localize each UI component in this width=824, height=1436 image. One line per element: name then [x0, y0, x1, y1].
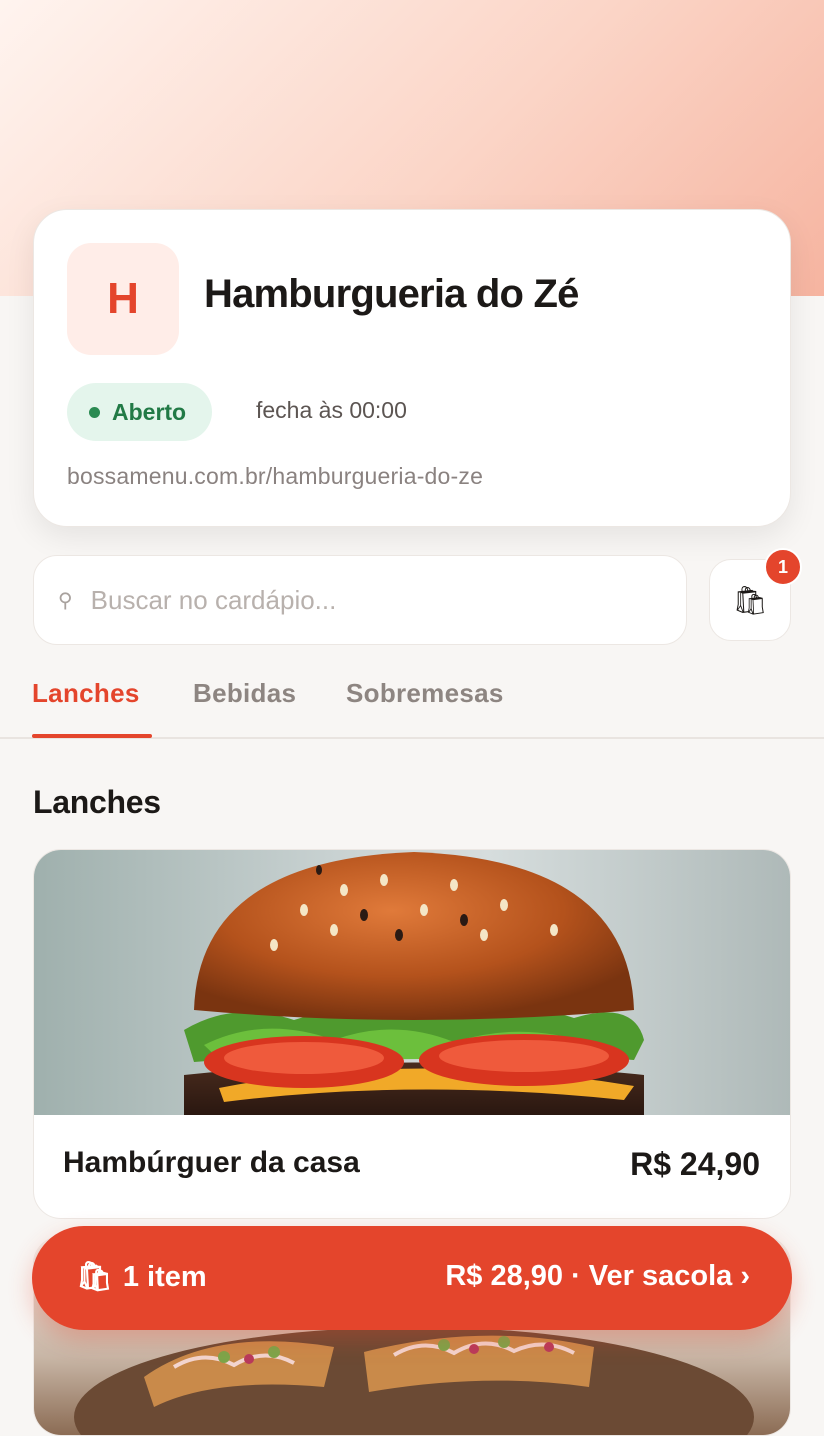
- product-price: R$ 24,90: [630, 1146, 760, 1182]
- search-input[interactable]: [88, 583, 613, 617]
- cart-count: 🛍 1 item: [76, 1260, 207, 1294]
- tab-sobremesas[interactable]: Sobremesas: [346, 678, 504, 709]
- store-card: H Hamburgueria do Zé Aberto fecha às 00:…: [33, 209, 791, 527]
- tab-bebidas[interactable]: Bebidas: [193, 678, 296, 709]
- product-card[interactable]: Hambúrguer da casa R$ 24,90: [33, 849, 791, 1219]
- bag-count-badge: 1: [764, 548, 802, 586]
- category-tabs: Lanches Bebidas Sobremesas: [0, 668, 824, 739]
- cart-count-label: 1 item: [122, 1260, 207, 1293]
- tab-lanches[interactable]: Lanches: [32, 678, 140, 709]
- status-dot-icon: [89, 406, 100, 418]
- search-icon: ⚲: [58, 589, 73, 612]
- shopping-bag-icon: 🛍: [732, 584, 768, 616]
- view-bag-link[interactable]: R$ 28,90 · Ver sacola ›: [445, 1260, 750, 1293]
- status-label: Aberto: [112, 398, 187, 425]
- store-name: Hamburgueria do Zé: [204, 272, 579, 316]
- active-tab-indicator: [32, 734, 152, 738]
- product-name: Hambúrguer da casa: [63, 1146, 360, 1179]
- product-image: [34, 850, 790, 1115]
- store-logo-letter: H: [107, 274, 139, 323]
- burger-illustration: [184, 852, 644, 1115]
- section-title: Lanches: [33, 784, 161, 820]
- store-url: bossamenu.com.br/hamburgueria-do-ze: [67, 463, 484, 489]
- search-box[interactable]: ⚲: [33, 555, 687, 645]
- closing-time: fecha às 00:00: [256, 397, 407, 423]
- cart-bar[interactable]: 🛍 1 item R$ 28,90 · Ver sacola ›: [32, 1226, 792, 1330]
- status-badge: Aberto: [67, 383, 213, 441]
- store-logo: H: [67, 243, 179, 355]
- shopping-bag-icon: 🛍: [76, 1261, 113, 1293]
